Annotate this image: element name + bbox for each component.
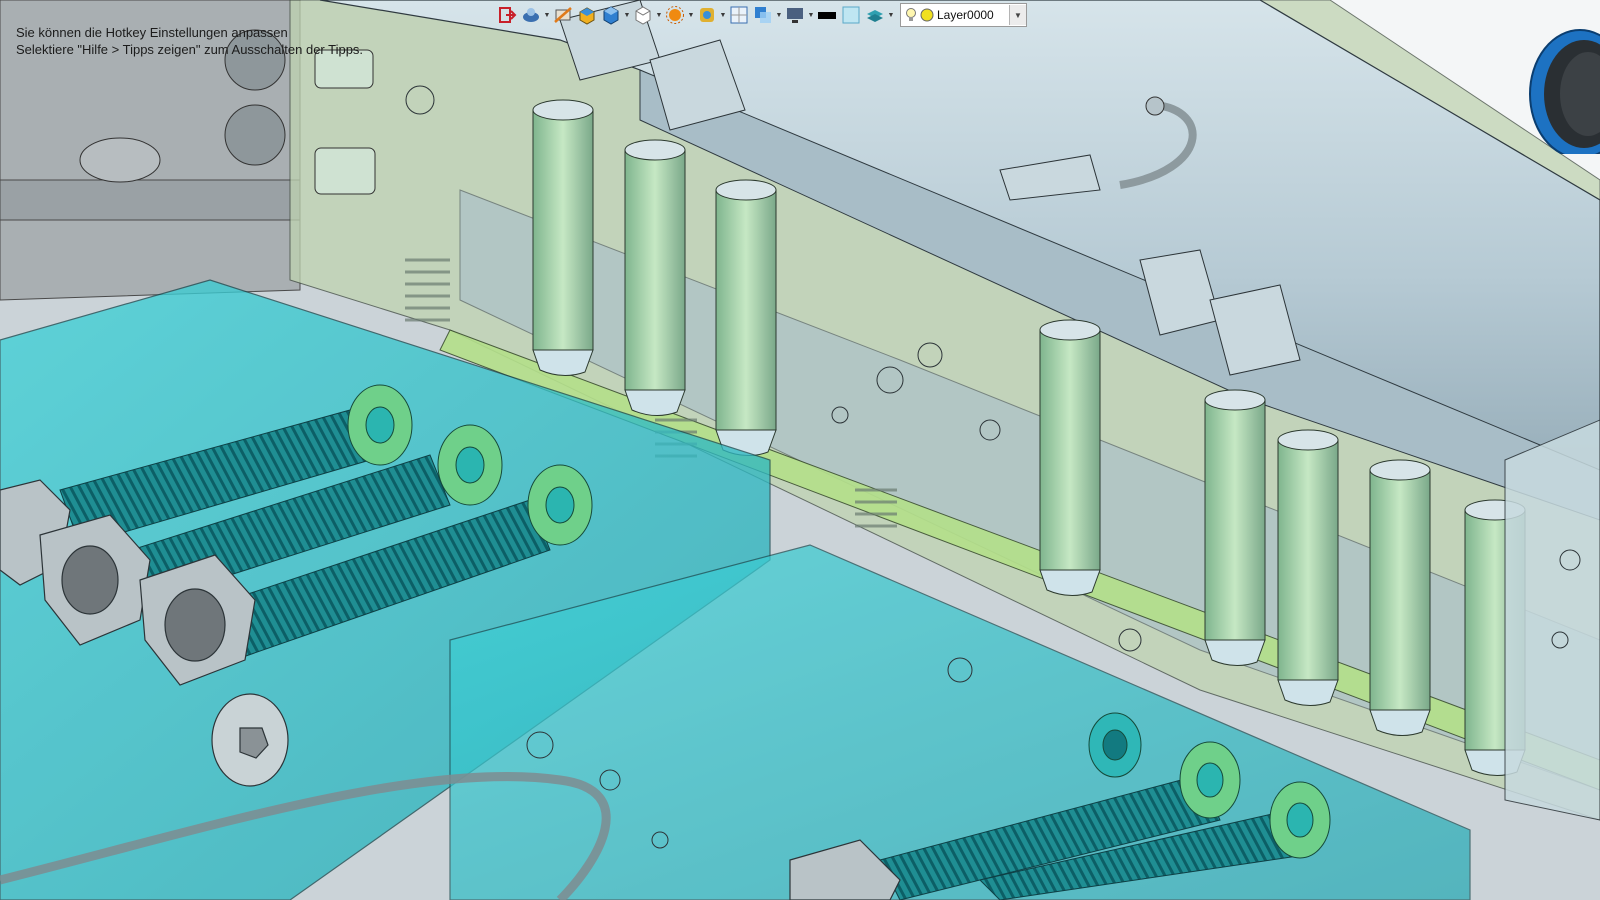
chevron-down-icon[interactable]: ▼	[776, 4, 783, 26]
color-black-swatch-icon	[818, 12, 836, 19]
tips-overlay: Sie können die Hotkey Einstellungen anpa…	[16, 24, 363, 58]
set-screw	[164, 588, 226, 662]
layer-name: Layer0000	[937, 8, 994, 22]
lightbulb-icon[interactable]	[905, 7, 917, 23]
chevron-down-icon[interactable]: ▼	[808, 4, 815, 26]
grid-view-icon	[730, 6, 748, 24]
color-black-swatch-button[interactable]	[816, 4, 838, 26]
texture-icon	[700, 8, 714, 22]
texture-button[interactable]	[696, 4, 718, 26]
layer-state-icons	[901, 7, 937, 23]
view-orient-icon	[523, 8, 539, 22]
tip-line-hotkeys: Sie können die Hotkey Einstellungen anpa…	[16, 25, 288, 40]
small-bushing	[314, 147, 376, 195]
grey-bolt	[224, 104, 286, 166]
color-light-swatch-button[interactable]	[840, 4, 862, 26]
chevron-down-icon[interactable]: ▼	[688, 4, 695, 26]
exit-button[interactable]	[496, 4, 518, 26]
exit-icon	[499, 7, 517, 23]
layer-stack-icon	[867, 10, 883, 22]
display-monitor-icon	[787, 8, 803, 23]
color-light-swatch-icon	[842, 6, 860, 24]
chevron-down-icon[interactable]: ▼	[720, 4, 727, 26]
nozzle	[1039, 319, 1101, 596]
chevron-down-icon[interactable]: ▼	[1009, 5, 1026, 25]
transparency-button[interactable]	[752, 4, 774, 26]
chevron-down-icon[interactable]: ▼	[656, 4, 663, 26]
set-screw	[61, 545, 119, 615]
cube-white-button[interactable]	[632, 4, 654, 26]
sun-render-button[interactable]	[664, 4, 686, 26]
nozzle	[1204, 389, 1266, 666]
cad-3d-viewport[interactable]: Sie können die Hotkey Einstellungen anpa…	[0, 0, 1600, 900]
grey-cylinder	[79, 137, 161, 183]
tip-line-disable-tips: Selektiere "Hilfe > Tipps zeigen" zum Au…	[16, 42, 364, 57]
section-view-button[interactable]	[552, 4, 574, 26]
hose-fitting	[1145, 96, 1165, 116]
sun-render-icon	[666, 6, 684, 24]
transparency-icon	[755, 7, 771, 23]
box-shaded-icon	[579, 7, 595, 25]
cube-blue-button[interactable]	[600, 4, 622, 26]
layer-stack-button[interactable]	[864, 4, 886, 26]
nozzle	[624, 139, 686, 416]
view-toolbar: ▼ ▼ ▼ ▼ ▼ ▼ ▼ ▼ Layer0000 ▼	[496, 2, 1027, 28]
nozzle	[715, 179, 777, 456]
cad-model-render[interactable]	[0, 0, 1600, 900]
layer-select[interactable]: Layer0000 ▼	[900, 3, 1027, 27]
chevron-down-icon[interactable]: ▼	[624, 4, 631, 26]
chevron-down-icon[interactable]: ▼	[888, 4, 895, 26]
view-cube-widget[interactable]	[1518, 14, 1600, 154]
display-monitor-button[interactable]	[784, 4, 806, 26]
grid-view-button[interactable]	[728, 4, 750, 26]
box-shaded-button[interactable]	[576, 4, 598, 26]
chevron-down-icon[interactable]: ▼	[544, 4, 551, 26]
nozzle	[1277, 429, 1339, 706]
end-block	[1504, 419, 1600, 821]
nozzle	[1369, 459, 1431, 736]
view-orient-button[interactable]	[520, 4, 542, 26]
nozzle	[532, 99, 594, 376]
cube-white-icon	[635, 6, 651, 25]
grey-rail	[0, 179, 301, 221]
section-view-icon	[554, 7, 572, 23]
cube-blue-icon	[603, 6, 619, 25]
layer-color-circle-icon[interactable]	[920, 8, 934, 22]
